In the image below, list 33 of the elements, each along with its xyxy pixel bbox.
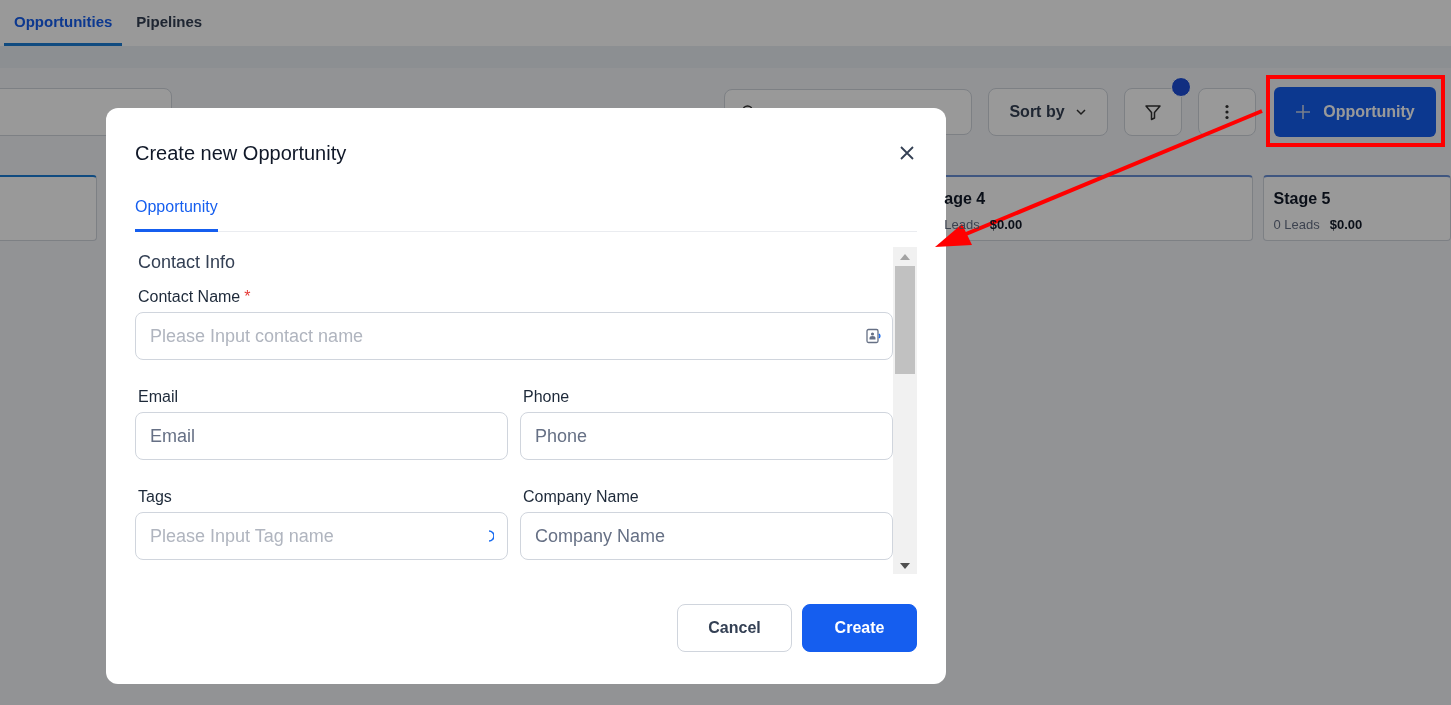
required-mark: * <box>244 288 251 305</box>
input-field[interactable]: Please Input Tag name <box>135 512 508 560</box>
field-label: Tags <box>138 488 172 505</box>
scroll-up-icon[interactable] <box>900 254 910 260</box>
close-icon <box>899 145 915 161</box>
stage-name: Stage 5 <box>1273 190 1332 208</box>
lead-count: 0 Leads <box>1273 217 1320 232</box>
field-label: Company Name <box>523 488 639 505</box>
dialog-title: Create new Opportunity <box>135 141 347 165</box>
input-field[interactable]: Phone <box>520 412 893 460</box>
input-field[interactable]: Email <box>135 412 508 460</box>
add-opportunity-button[interactable]: Opportunity <box>1274 86 1436 137</box>
cancel-button[interactable]: Cancel <box>677 604 792 652</box>
field-label: Email <box>138 388 178 405</box>
loading-spinner-icon <box>488 530 494 542</box>
input-field[interactable]: Please Input contact name <box>135 312 893 360</box>
section-heading: Contact Info <box>137 251 237 274</box>
scroll-down-icon[interactable] <box>900 563 910 569</box>
more-icon <box>1225 103 1229 120</box>
page-tab[interactable]: Pipelines <box>126 0 213 46</box>
scrollbar[interactable] <box>893 247 917 574</box>
dialog-tab[interactable]: Opportunity <box>135 198 218 232</box>
stage-value: $0.00 <box>989 217 1023 232</box>
filter-button[interactable] <box>1124 87 1182 136</box>
create-button[interactable]: Create <box>802 604 917 652</box>
scrollbar-thumb[interactable] <box>895 266 915 374</box>
sort-button[interactable]: Sort by <box>988 87 1108 136</box>
input-field[interactable]: Company Name <box>520 512 893 560</box>
field-label: Phone <box>523 388 570 405</box>
stage-value: $0.00 <box>1329 217 1363 232</box>
field-label: Contact Name <box>138 288 241 305</box>
contact-card-icon <box>865 328 881 344</box>
plus-icon <box>1295 103 1312 120</box>
